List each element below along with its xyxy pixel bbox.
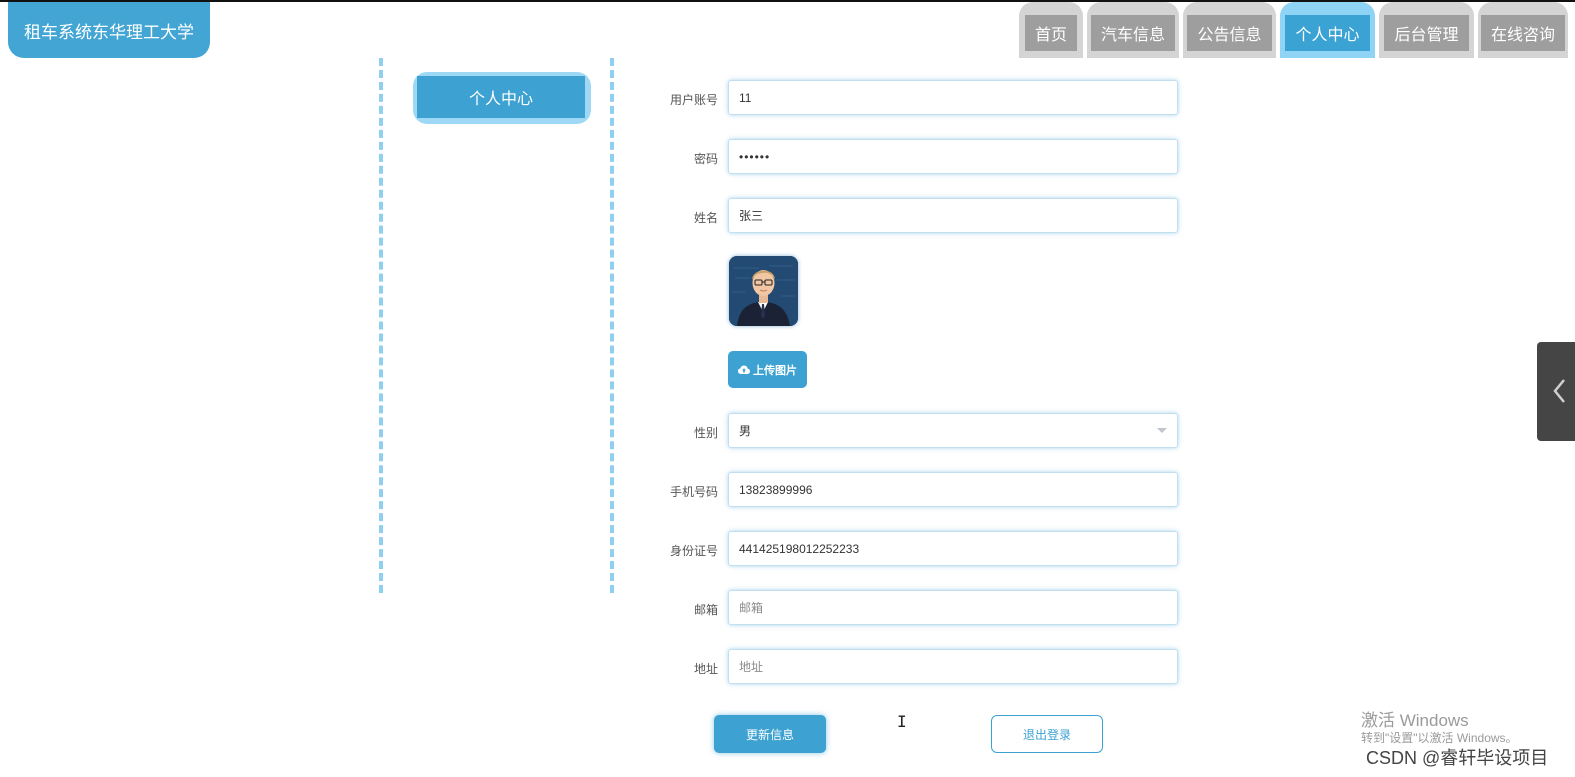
nav-car-info-label: 汽车信息 [1090,15,1175,51]
address-field[interactable]: 地址 [728,649,1178,684]
name-value: 张三 [739,209,764,223]
gender-value: 男 [739,424,752,438]
idcard-value: 441425198012252233 [739,541,860,556]
nav-consult-label: 在线咨询 [1480,15,1565,51]
address-label: 地址 [693,662,718,676]
username-label: 用户账号 [669,93,718,107]
text-cursor-icon: I [897,712,907,731]
nav-personal-center[interactable]: 个人中心 [1280,2,1375,58]
user-avatar-icon [729,256,798,326]
logout-button[interactable]: 退出登录 [991,715,1103,753]
name-field[interactable]: 张三 [728,198,1178,233]
username-field[interactable]: 11 [728,80,1178,115]
sidebar-title-label: 个人中心 [417,76,585,118]
update-info-button[interactable]: 更新信息 [714,715,826,753]
nav-car-info[interactable]: 汽车信息 [1087,2,1179,58]
chevron-left-icon [1553,379,1565,403]
address-placeholder: 地址 [739,660,764,674]
email-label: 邮箱 [693,603,718,617]
phone-field[interactable]: 13823899996 [728,472,1178,507]
upload-image-button[interactable]: 上传图片 [728,351,807,388]
nav-announcements[interactable]: 公告信息 [1183,2,1276,58]
password-field[interactable]: •••••• [728,139,1178,174]
nav-personal-center-label: 个人中心 [1285,15,1370,51]
windows-activation-title: 激活 Windows [1361,711,1469,730]
sidebar-right-divider [610,58,614,593]
email-placeholder: 邮箱 [739,601,764,615]
nav-announcements-label: 公告信息 [1187,15,1272,51]
phone-label: 手机号码 [669,485,718,499]
site-title: 租车系统东华理工大学 [8,2,210,58]
nav-admin[interactable]: 后台管理 [1379,2,1474,58]
sidebar-personal-center[interactable]: 个人中心 [413,72,591,124]
nav-home-label: 首页 [1024,15,1077,51]
idcard-field[interactable]: 441425198012252233 [728,531,1178,566]
phone-value: 13823899996 [739,482,813,497]
gender-label: 性别 [693,426,718,440]
password-label: 密码 [693,152,718,166]
csdn-watermark: CSDN @睿轩毕设项目 [1366,748,1549,768]
username-value: 11 [739,90,752,105]
nav-home[interactable]: 首页 [1019,2,1083,58]
password-value: •••••• [739,149,771,164]
chevron-down-icon [1157,428,1167,433]
name-label: 姓名 [693,211,718,225]
idcard-label: 身份证号 [669,544,718,558]
cloud-upload-icon [738,365,750,374]
email-field[interactable]: 邮箱 [728,590,1178,625]
sidebar-left-divider [379,58,383,593]
upload-image-label: 上传图片 [753,364,797,377]
nav-admin-label: 后台管理 [1384,15,1469,51]
gender-select[interactable]: 男 [728,413,1178,448]
nav-consult[interactable]: 在线咨询 [1478,2,1568,58]
side-panel-toggle[interactable] [1537,342,1575,441]
